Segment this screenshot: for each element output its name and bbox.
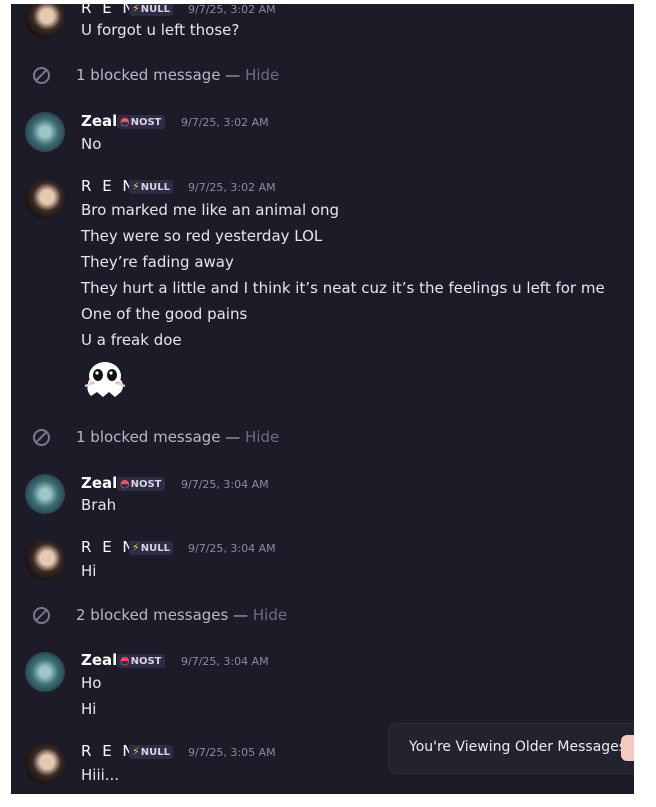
null-tag: ⚡NULL (129, 4, 173, 16)
blocked-icon (33, 429, 50, 446)
avatar-ren[interactable] (25, 540, 65, 580)
timestamp: 9/7/25, 3:04 AM (188, 542, 276, 555)
timestamp: 9/7/25, 3:02 AM (188, 4, 276, 16)
timestamp: 9/7/25, 3:05 AM (188, 746, 276, 759)
message-line: They hurt a little and I think it’s neat… (81, 279, 605, 297)
blocked-notice: 2 blocked messages — Hide (33, 606, 287, 624)
lightning-bolt-icon: ⚡ (132, 4, 140, 15)
nost-tag: ◓NOST (117, 654, 165, 668)
blocked-notice: 1 blocked message — Hide (33, 66, 279, 84)
jump-to-present-button[interactable] (621, 735, 634, 761)
blocked-icon (33, 67, 50, 84)
message-line: One of the good pains (81, 305, 248, 323)
message-line: No (81, 135, 102, 153)
nost-badge-icon: ◓ (120, 654, 130, 667)
message-line: Ho (81, 674, 102, 692)
timestamp: 9/7/25, 3:02 AM (188, 181, 276, 194)
hide-blocked-link[interactable]: Hide (245, 66, 279, 84)
nost-tag: ◓NOST (117, 115, 165, 129)
lightning-bolt-icon: ⚡ (132, 180, 140, 193)
null-tag: ⚡NULL (129, 745, 173, 759)
message-line: They’re fading away (81, 253, 234, 271)
message-line: U forgot u left those? (81, 21, 240, 39)
avatar-ren[interactable] (25, 744, 65, 784)
blocked-notice: 1 blocked message — Hide (33, 428, 279, 446)
nost-tag: ◓NOST (117, 477, 165, 491)
author-name[interactable]: Zeal (81, 112, 117, 130)
author-name[interactable]: Zeal (81, 474, 117, 492)
message-line: Hiii... (81, 766, 120, 784)
ghost-sticker[interactable] (81, 356, 129, 400)
chat-message-list[interactable]: R E N ⚡NULL 9/7/25, 3:02 AM U forgot u l… (11, 4, 634, 794)
lightning-bolt-icon: ⚡ (132, 745, 140, 758)
message-line: U a freak doe (81, 331, 182, 349)
blocked-icon (33, 607, 50, 624)
message-line: Bro marked me like an animal ong (81, 201, 340, 219)
message-line: Hi (81, 562, 97, 580)
timestamp: 9/7/25, 3:04 AM (181, 655, 269, 668)
avatar-ren[interactable] (25, 4, 65, 38)
older-messages-banner[interactable]: You're Viewing Older Messages (389, 724, 634, 773)
hide-blocked-link[interactable]: Hide (245, 428, 279, 446)
null-tag: ⚡NULL (129, 541, 173, 555)
message-line: Hi (81, 700, 97, 718)
lightning-bolt-icon: ⚡ (132, 541, 140, 554)
timestamp: 9/7/25, 3:02 AM (181, 116, 269, 129)
avatar-zeal[interactable] (25, 474, 65, 514)
older-messages-label: You're Viewing Older Messages (409, 739, 627, 755)
nost-badge-icon: ◓ (120, 477, 130, 490)
nost-badge-icon: ◓ (120, 115, 130, 128)
hide-blocked-link[interactable]: Hide (253, 606, 287, 624)
timestamp: 9/7/25, 3:04 AM (181, 478, 269, 491)
message-line: They were so red yesterday LOL (81, 227, 323, 245)
author-name[interactable]: Zeal (81, 651, 117, 669)
null-tag: ⚡NULL (129, 180, 173, 194)
avatar-zeal[interactable] (25, 652, 65, 692)
avatar-zeal[interactable] (25, 112, 65, 152)
message-line: Brah (81, 496, 117, 514)
avatar-ren[interactable] (25, 179, 65, 219)
